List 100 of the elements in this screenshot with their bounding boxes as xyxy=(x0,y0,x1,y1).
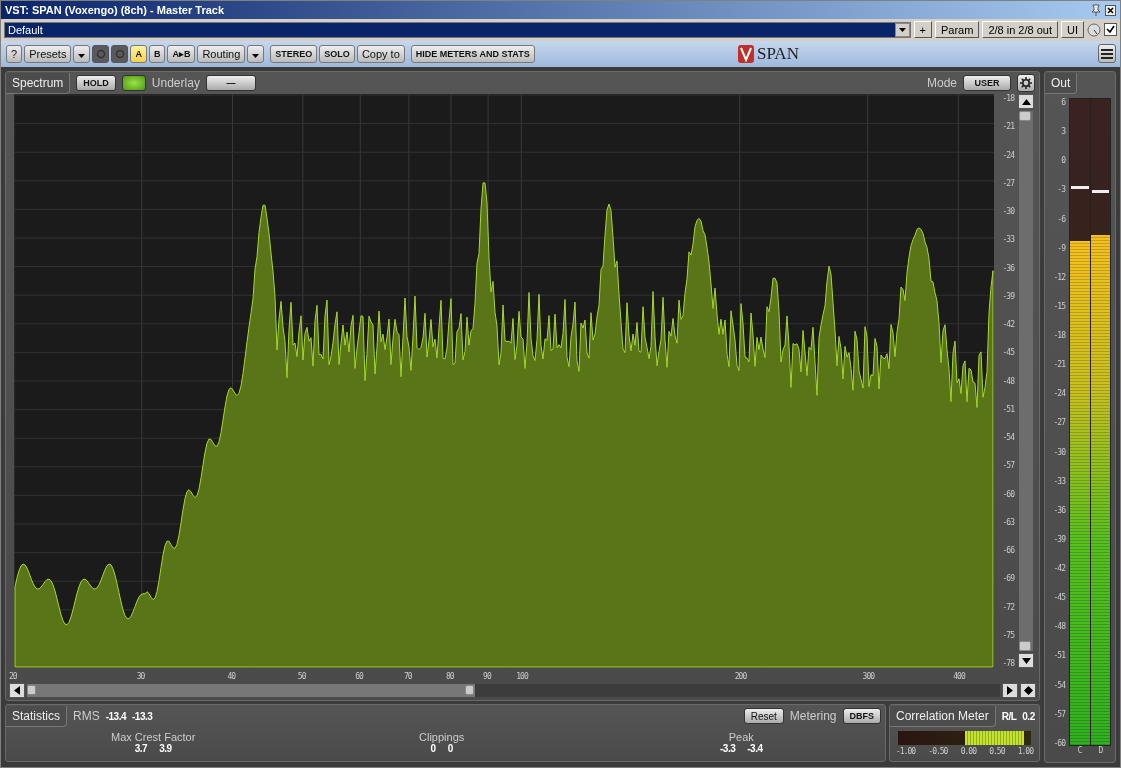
down-arrow-icon xyxy=(1021,657,1031,664)
freq-tick-label: 80 xyxy=(445,672,454,681)
ab-toggle[interactable]: B xyxy=(148,45,166,63)
header-button[interactable]: Param xyxy=(935,21,980,38)
correlation-tick-label: -1.00 xyxy=(896,747,916,756)
freq-tick-label: 70 xyxy=(403,672,412,681)
scroll-right-button[interactable] xyxy=(1002,683,1018,698)
db-tick-label: -48 xyxy=(1002,376,1014,386)
channel-pair-label: R/L xyxy=(1001,710,1017,722)
meter-tick-label: -39 xyxy=(1053,534,1065,544)
close-icon[interactable] xyxy=(1105,4,1116,16)
freq-tick-label: 90 xyxy=(483,672,491,681)
stat-value: 3.7 xyxy=(134,743,148,754)
up-arrow-icon xyxy=(1021,98,1031,105)
panel-tab[interactable]: Out xyxy=(1045,72,1078,94)
correlation-tick-label: 0.50 xyxy=(989,747,1005,756)
stat-label: Max Crest Factor xyxy=(111,731,196,743)
header-button[interactable]: 2/8 in 2/8 out xyxy=(982,21,1058,38)
scroll-down-button[interactable] xyxy=(1018,653,1034,668)
db-tick-label: -18 xyxy=(1002,94,1014,103)
toolbar-button[interactable]: Copy to xyxy=(356,45,405,63)
reset-zoom-button[interactable] xyxy=(1020,683,1036,698)
rms-value: -13.3 xyxy=(132,710,153,722)
menu-icon xyxy=(1101,48,1113,59)
underlay-dropdown[interactable]: — xyxy=(205,75,256,91)
freq-tick-label: 60 xyxy=(355,672,363,681)
caret-icon xyxy=(252,54,260,58)
meter-tick-label: -30 xyxy=(1053,447,1065,457)
db-tick-label: -27 xyxy=(1002,178,1014,188)
meter-tick-label: -48 xyxy=(1053,622,1065,632)
routing-button[interactable]: Routing xyxy=(197,45,246,63)
db-tick-label: -36 xyxy=(1002,263,1014,273)
hold-button[interactable]: HOLD xyxy=(76,75,116,91)
meter-tick-label: -45 xyxy=(1053,593,1065,603)
scroll-thumb[interactable] xyxy=(1019,641,1031,651)
scroll-up-button[interactable] xyxy=(1018,94,1034,109)
mode-label: Mode xyxy=(926,76,957,90)
undo-button[interactable] xyxy=(92,45,110,63)
db-tick-label: -45 xyxy=(1002,348,1014,358)
freq-tick-label: 300 xyxy=(862,672,875,681)
panel-tab[interactable]: Spectrum xyxy=(6,72,71,94)
scroll-left-button[interactable] xyxy=(9,683,25,698)
meter-tick-label: -6 xyxy=(1057,214,1065,224)
pin-icon[interactable] xyxy=(1091,4,1101,16)
panel-tab[interactable]: Statistics xyxy=(6,705,67,727)
meter-tick-label: -36 xyxy=(1053,505,1065,515)
mode-dropdown[interactable]: USER xyxy=(963,75,1011,91)
stat-value: 3.9 xyxy=(159,743,172,754)
meter-tick-label: -18 xyxy=(1053,331,1065,340)
db-tick-label: -69 xyxy=(1002,574,1014,584)
horizontal-scrollbar[interactable] xyxy=(27,684,1000,697)
toolbar-button[interactable]: STEREO xyxy=(270,45,318,63)
dropdown-button[interactable] xyxy=(247,45,265,63)
dropdown-button[interactable] xyxy=(73,45,91,63)
settings-button[interactable] xyxy=(1017,74,1035,92)
freq-tick-label: 400 xyxy=(953,672,965,681)
reset-button[interactable]: Reset xyxy=(743,708,784,724)
help-button[interactable]: ? xyxy=(6,45,23,63)
preset-dropdown[interactable]: Default xyxy=(4,21,911,38)
check-icon xyxy=(1106,25,1115,34)
rms-label: RMS xyxy=(73,709,100,723)
show-toggle[interactable] xyxy=(121,75,146,91)
underlay-label: Underlay xyxy=(151,76,200,90)
db-tick-label: -57 xyxy=(1002,461,1014,471)
scroll-thumb[interactable] xyxy=(1019,111,1031,121)
meter-tick-label: -21 xyxy=(1053,360,1065,370)
scroll-thumb[interactable] xyxy=(27,685,36,695)
db-tick-label: -54 xyxy=(1002,433,1014,442)
panel-tab[interactable]: Correlation Meter xyxy=(890,705,996,727)
presets-button[interactable]: Presets xyxy=(24,45,72,63)
db-tick-label: -42 xyxy=(1002,320,1014,329)
stat-label: Clippings xyxy=(419,731,465,743)
diamond-icon xyxy=(1023,686,1033,695)
meter-tick-label: -57 xyxy=(1053,709,1065,719)
freq-tick-label: 50 xyxy=(297,672,306,681)
redo-button[interactable] xyxy=(111,45,129,63)
db-tick-label: -72 xyxy=(1002,602,1014,612)
toolbar-button[interactable]: HIDE METERS AND STATS xyxy=(410,45,535,63)
db-tick-label: -24 xyxy=(1002,150,1014,160)
freq-tick-label: 20 xyxy=(9,672,17,681)
meter-tick-label: -24 xyxy=(1053,389,1065,399)
scroll-thumb[interactable] xyxy=(464,685,474,695)
stat-value: 0 xyxy=(430,743,436,754)
header-button[interactable]: + xyxy=(913,21,932,38)
window-title: VST: SPAN (Voxengo) (8ch) - Master Track xyxy=(5,4,225,16)
toolbar-button[interactable]: SOLO xyxy=(319,45,355,63)
copy-ab-button[interactable]: A▸B xyxy=(167,45,196,63)
menu-button[interactable] xyxy=(1098,44,1116,63)
ab-toggle[interactable]: A xyxy=(130,45,147,63)
db-tick-label: -78 xyxy=(1002,659,1014,668)
meter-tick-label: -3 xyxy=(1057,185,1065,195)
logo-icon xyxy=(738,45,754,63)
meter-tick-label: -54 xyxy=(1053,680,1065,690)
header-button[interactable]: UI xyxy=(1061,21,1084,38)
vertical-scrollbar[interactable] xyxy=(1019,111,1033,651)
rms-value: -13.4 xyxy=(105,710,126,722)
right-arrow-icon xyxy=(1007,686,1013,695)
left-arrow-icon xyxy=(14,686,20,695)
enable-checkbox[interactable] xyxy=(1104,23,1117,36)
metering-dropdown[interactable]: DBFS xyxy=(842,708,881,724)
